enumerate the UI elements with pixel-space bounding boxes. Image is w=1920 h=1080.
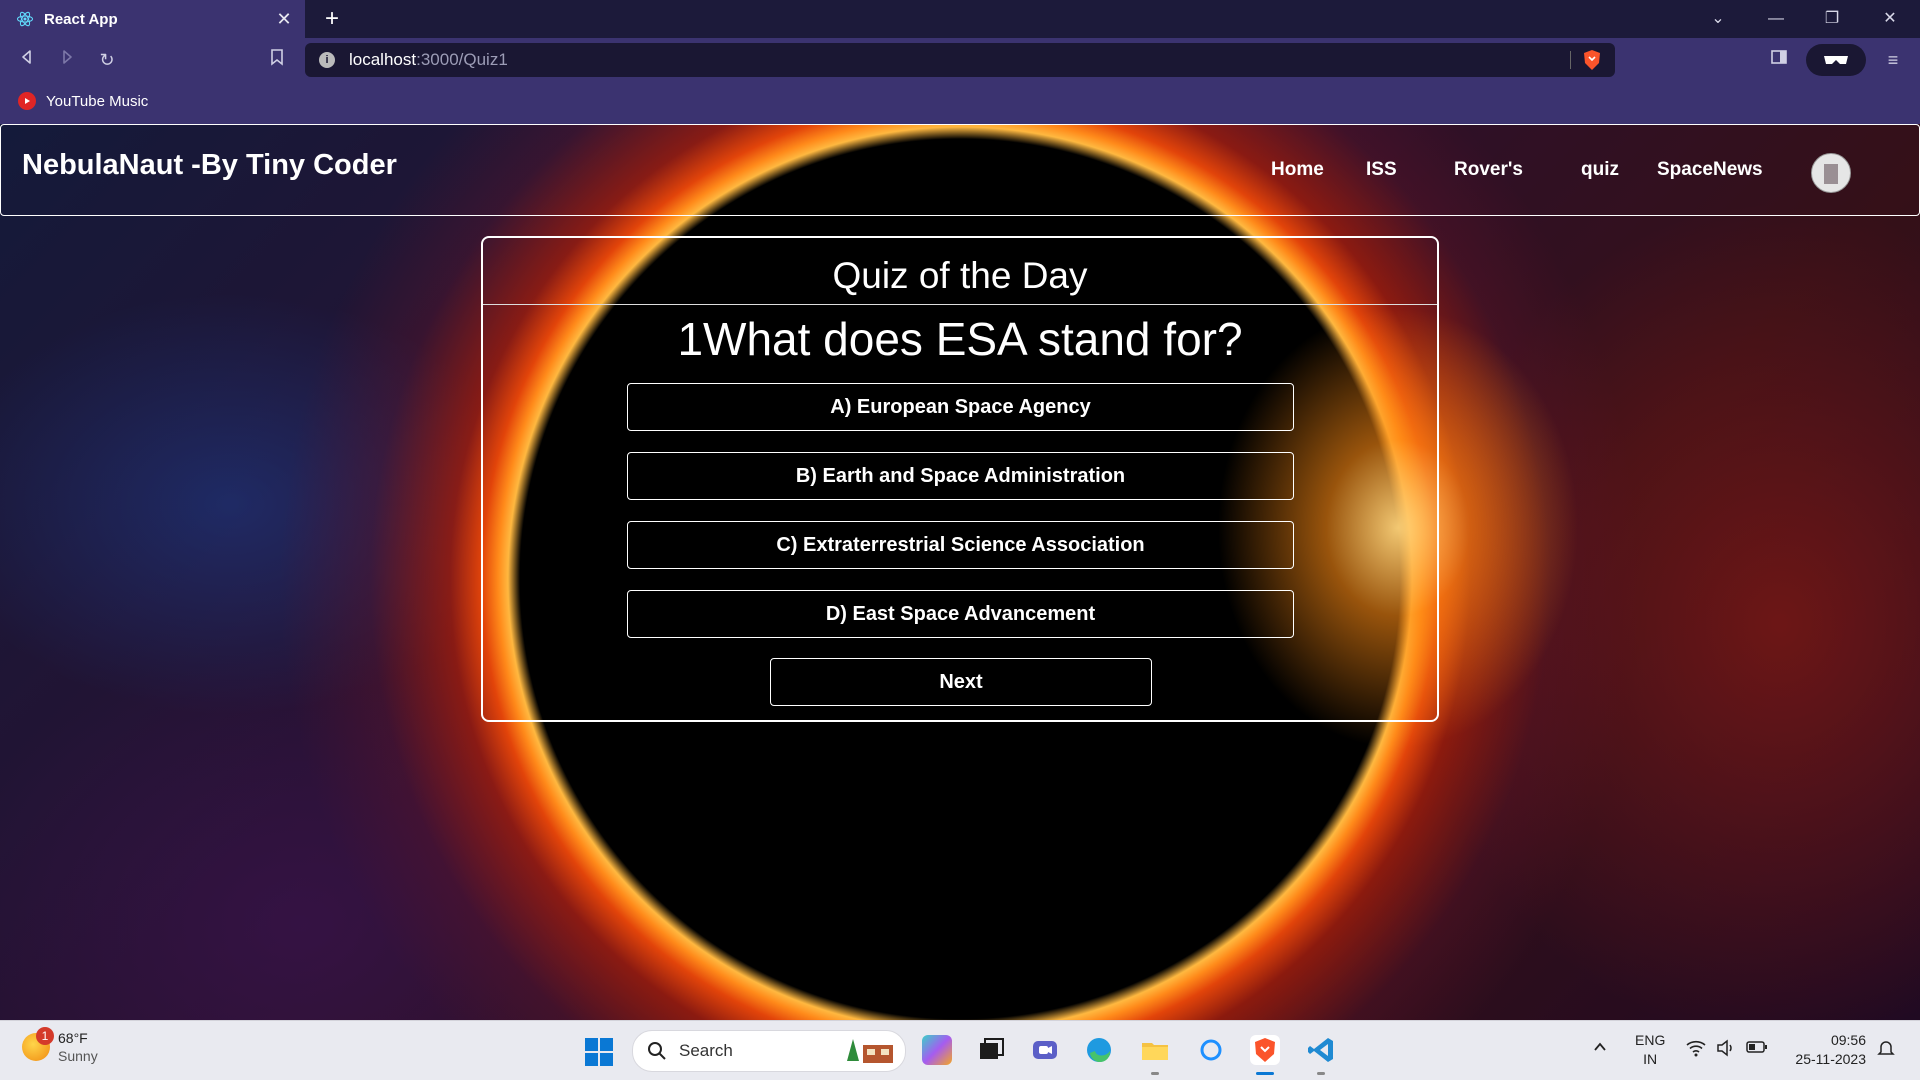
option-b-button[interactable]: B) Earth and Space Administration	[627, 452, 1294, 500]
tab-title: React App	[44, 10, 118, 28]
nav-link-iss[interactable]: ISS	[1366, 159, 1397, 181]
new-tab-icon[interactable]: +	[318, 5, 346, 33]
browser-tab-bar: React App ✕ + ⌄ — ❐ ✕	[0, 0, 1920, 38]
next-button[interactable]: Next	[770, 658, 1152, 706]
brave-browser-icon[interactable]	[1250, 1035, 1280, 1075]
url-host: localhost	[349, 50, 417, 69]
time: 09:56	[1830, 1032, 1866, 1048]
language: ENG	[1635, 1032, 1666, 1048]
language-indicator[interactable]: ENG IN	[1635, 1031, 1665, 1069]
temperature: 68°F	[58, 1030, 88, 1046]
address-bar[interactable]: i localhost:3000/Quiz1	[305, 43, 1615, 77]
avatar[interactable]	[1811, 153, 1851, 193]
teams-meet-icon[interactable]	[1030, 1035, 1060, 1065]
task-view-icon[interactable]	[976, 1035, 1006, 1065]
date: 25-11-2023	[1795, 1051, 1866, 1067]
nav-link-spacenews[interactable]: SpaceNews	[1657, 159, 1763, 181]
bookmark-youtube-music[interactable]: YouTube Music	[18, 92, 148, 110]
brave-shield-icon[interactable]	[1581, 49, 1603, 71]
vscode-icon[interactable]	[1306, 1035, 1336, 1075]
wifi-icon[interactable]	[1685, 1039, 1707, 1060]
weather-widget[interactable]: 1 68°F Sunny	[22, 1027, 98, 1065]
back-icon[interactable]	[14, 48, 40, 72]
search-label: Search	[679, 1041, 733, 1060]
nav-link-rovers[interactable]: Rover's	[1454, 159, 1523, 181]
site-brand[interactable]: NebulaNaut -By Tiny Coder	[22, 149, 397, 182]
file-explorer-icon[interactable]	[1140, 1035, 1170, 1075]
nav-link-home[interactable]: Home	[1271, 159, 1324, 181]
quiz-card: Quiz of the Day 1What does ESA stand for…	[481, 236, 1439, 722]
restore-icon[interactable]: ❐	[1804, 0, 1860, 38]
option-a-button[interactable]: A) European Space Agency	[627, 383, 1294, 431]
react-icon	[16, 10, 34, 28]
search-highlight-icon	[845, 1037, 897, 1065]
edge-icon[interactable]	[1084, 1035, 1114, 1065]
quiz-title: Quiz of the Day	[483, 238, 1437, 305]
taskbar: 1 68°F Sunny Search ENG IN 09:56 25-11-2…	[0, 1020, 1920, 1080]
browser-toolbar: ↻ i localhost:3000/Quiz1 ≡	[0, 38, 1920, 81]
volume-icon[interactable]	[1716, 1039, 1736, 1060]
notifications-icon[interactable]	[1876, 1038, 1896, 1061]
youtube-music-icon	[18, 92, 36, 110]
sidebar-icon[interactable]	[1766, 48, 1792, 72]
minimize-icon[interactable]: —	[1748, 0, 1804, 38]
url-path: :3000/Quiz1	[416, 50, 508, 69]
bookmark-icon[interactable]	[264, 48, 290, 72]
bookmarks-bar: YouTube Music	[0, 81, 1920, 124]
quiz-question: 1What does ESA stand for?	[677, 313, 1243, 365]
sun-icon: 1	[22, 1027, 54, 1061]
nav-link-quiz[interactable]: quiz	[1581, 159, 1619, 181]
wallet-glasses-icon[interactable]	[1806, 44, 1866, 76]
clock[interactable]: 09:56 25-11-2023	[1786, 1031, 1866, 1069]
bookmark-label: YouTube Music	[46, 92, 149, 110]
option-c-button[interactable]: C) Extraterrestrial Science Association	[627, 521, 1294, 569]
page-viewport: NebulaNaut -By Tiny Coder Home ISS Rover…	[0, 124, 1920, 1020]
copilot-icon[interactable]	[922, 1035, 952, 1065]
url-separator	[1570, 51, 1571, 69]
battery-icon[interactable]	[1746, 1040, 1768, 1057]
forward-icon[interactable]	[54, 48, 80, 72]
region: IN	[1643, 1051, 1658, 1067]
window-close-icon[interactable]: ✕	[1862, 0, 1918, 38]
option-d-button[interactable]: D) East Space Advancement	[627, 590, 1294, 638]
weather-condition: Sunny	[58, 1048, 98, 1064]
notification-badge: 1	[36, 1027, 54, 1045]
close-tab-icon[interactable]: ✕	[273, 9, 295, 30]
cortana-icon[interactable]	[1196, 1035, 1226, 1065]
search-icon	[648, 1042, 666, 1060]
tab-list-chevron-icon[interactable]: ⌄	[1690, 0, 1746, 38]
menu-icon[interactable]: ≡	[1880, 48, 1906, 72]
reload-icon[interactable]: ↻	[94, 48, 120, 72]
taskbar-search[interactable]: Search	[632, 1030, 906, 1072]
site-info-icon[interactable]: i	[319, 52, 335, 68]
browser-tab[interactable]: React App ✕	[0, 0, 305, 38]
site-navbar: NebulaNaut -By Tiny Coder Home ISS Rover…	[0, 124, 1920, 216]
windows-start-icon[interactable]	[585, 1038, 613, 1066]
tray-chevron-icon[interactable]	[1592, 1039, 1608, 1058]
